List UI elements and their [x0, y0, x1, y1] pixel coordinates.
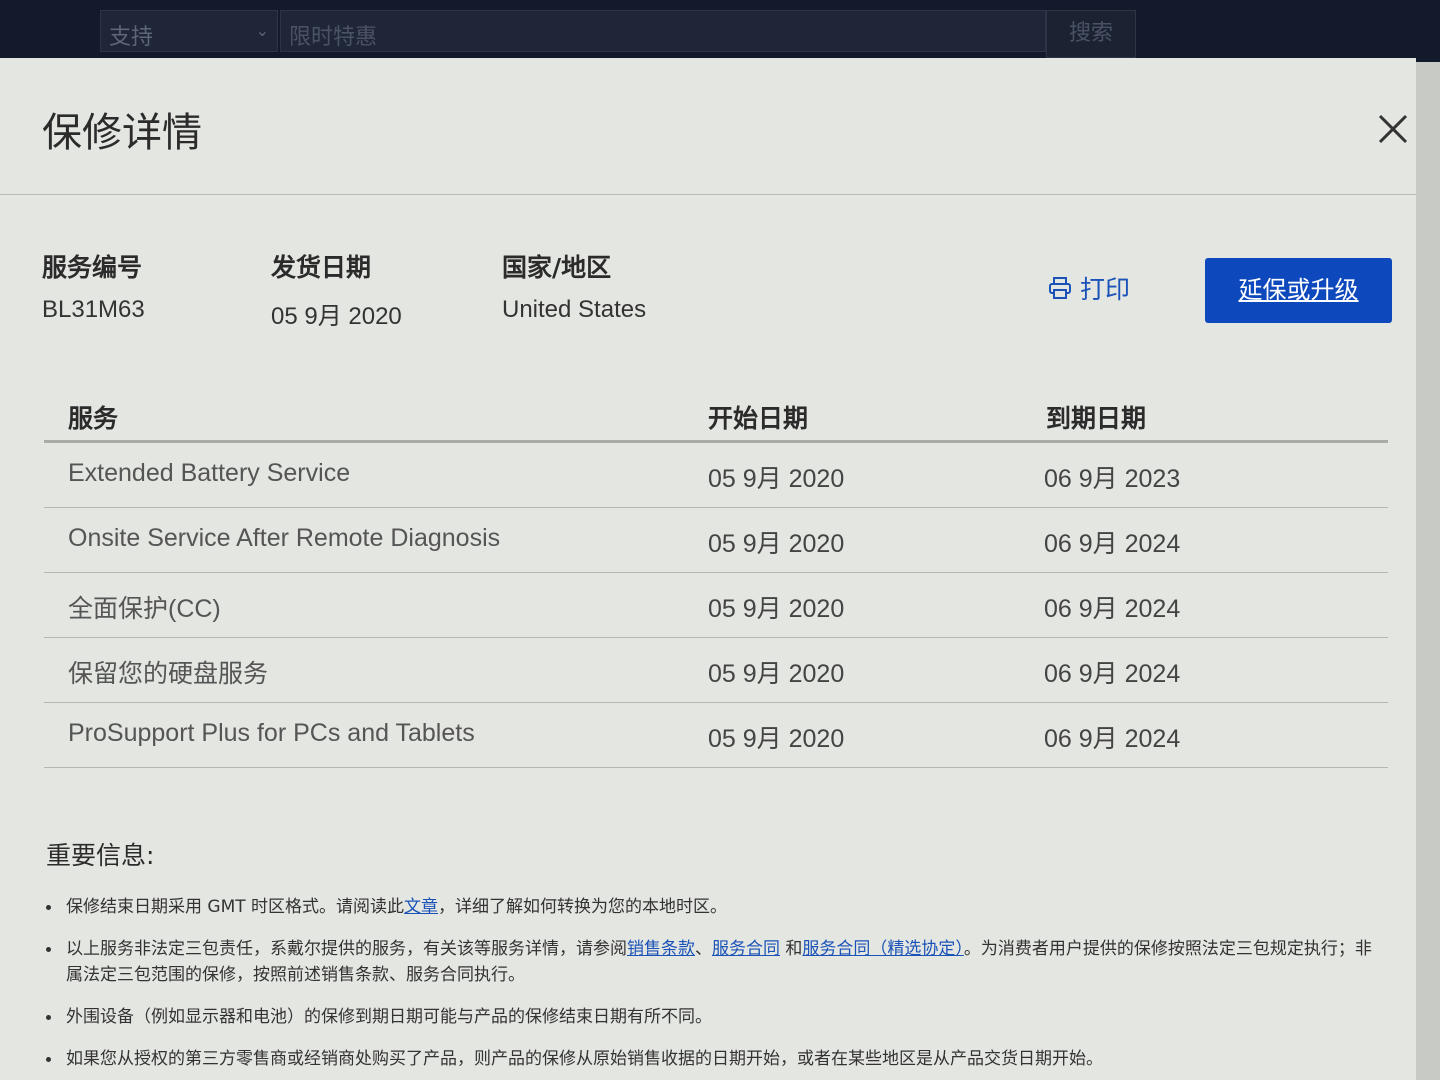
- note-text: 外围设备（例如显示器和电池）的保修到期日期可能与产品的保修结束日期有所不同。: [66, 1007, 712, 1027]
- note-text: 和: [780, 939, 803, 959]
- modal-header: 保修详情: [0, 58, 1416, 195]
- start-date: 05 9月 2020: [708, 530, 845, 558]
- warranty-table: 服务 开始日期 到期日期 Extended Battery Service 05…: [44, 393, 1388, 768]
- col-header-end-date: 到期日期: [1046, 404, 1147, 433]
- end-date: 06 9月 2024: [1044, 660, 1181, 688]
- category-select-value: 支持: [109, 25, 154, 50]
- service-tag-label: 服务编号: [42, 253, 143, 282]
- modal-backdrop: [1416, 62, 1440, 1080]
- ship-date-block: 发货日期 05 9月 2020: [271, 248, 402, 331]
- service-name: 全面保护(CC): [68, 595, 221, 623]
- service-name: 保留您的硬盘服务: [68, 660, 269, 688]
- note-text: ，详细了解如何转换为您的本地时区。: [438, 897, 728, 917]
- service-contract-link[interactable]: 服务合同: [712, 939, 780, 959]
- table-row: 全面保护(CC) 05 9月 2020 06 9月 2024: [44, 573, 1388, 638]
- table-row: Extended Battery Service 05 9月 2020 06 9…: [44, 443, 1388, 508]
- search-input[interactable]: 限时特惠: [280, 10, 1046, 52]
- start-date: 05 9月 2020: [708, 595, 845, 623]
- article-link[interactable]: 文章: [404, 897, 438, 917]
- search-input-value: 限时特惠: [289, 25, 378, 50]
- table-row: Onsite Service After Remote Diagnosis 05…: [44, 508, 1388, 573]
- country-label: 国家/地区: [502, 253, 612, 282]
- end-date: 06 9月 2024: [1044, 595, 1181, 623]
- extend-or-upgrade-button[interactable]: 延保或升级: [1205, 258, 1392, 323]
- printer-icon: [1049, 277, 1071, 299]
- top-search-bar: 支持 ⌄ 限时特惠 搜索: [0, 0, 1440, 62]
- table-header: 服务 开始日期 到期日期: [44, 393, 1388, 443]
- table-row: ProSupport Plus for PCs and Tablets 05 9…: [44, 703, 1388, 768]
- print-link[interactable]: 打印: [1048, 270, 1130, 306]
- start-date: 05 9月 2020: [708, 725, 845, 753]
- search-button[interactable]: 搜索: [1046, 10, 1136, 58]
- service-name: Onsite Service After Remote Diagnosis: [68, 524, 501, 552]
- chevron-down-icon: ⌄: [255, 21, 269, 40]
- service-name: ProSupport Plus for PCs and Tablets: [68, 719, 475, 747]
- col-header-service: 服务: [68, 404, 119, 433]
- start-date: 05 9月 2020: [708, 660, 845, 688]
- note-text: 、: [695, 939, 712, 959]
- country-value: United States: [502, 296, 647, 323]
- sales-terms-link[interactable]: 销售条款: [627, 939, 695, 959]
- start-date: 05 9月 2020: [708, 465, 845, 493]
- service-tag-block: 服务编号 BL31M63: [42, 248, 145, 324]
- warranty-details-modal: 保修详情 服务编号 BL31M63 发货日期 05 9月 2020 国家/地区 …: [0, 58, 1416, 1080]
- ship-date-label: 发货日期: [271, 253, 372, 282]
- note-item: 以上服务非法定三包责任，系戴尔提供的服务，有关该等服务详情，请参阅销售条款、服务…: [46, 936, 1376, 988]
- col-header-start-date: 开始日期: [708, 404, 809, 433]
- service-contract-select-link[interactable]: 服务合同（精选协定）: [802, 939, 964, 959]
- close-button[interactable]: [1372, 110, 1412, 150]
- close-icon: [1378, 114, 1408, 144]
- service-name: Extended Battery Service: [68, 459, 351, 487]
- service-tag-value: BL31M63: [42, 296, 145, 323]
- note-text: 如果您从授权的第三方零售商或经销商处购买了产品，则产品的保修从原始销售收据的日期…: [66, 1049, 1103, 1069]
- note-text: 保修结束日期采用 GMT 时区格式。请阅读此: [66, 897, 405, 917]
- end-date: 06 9月 2024: [1044, 725, 1181, 753]
- note-item: 保修结束日期采用 GMT 时区格式。请阅读此文章，详细了解如何转换为您的本地时区…: [46, 894, 1376, 920]
- note-item: 如果您从授权的第三方零售商或经销商处购买了产品，则产品的保修从原始销售收据的日期…: [46, 1046, 1376, 1072]
- end-date: 06 9月 2023: [1044, 465, 1181, 493]
- print-label: 打印: [1080, 275, 1131, 304]
- important-info: 重要信息: 保修结束日期采用 GMT 时区格式。请阅读此文章，详细了解如何转换为…: [46, 836, 1376, 1080]
- note-text: 以上服务非法定三包责任，系戴尔提供的服务，有关该等服务详情，请参阅: [66, 939, 627, 959]
- country-block: 国家/地区 United States: [502, 248, 646, 324]
- modal-title: 保修详情: [42, 110, 202, 156]
- note-item: 外围设备（例如显示器和电池）的保修到期日期可能与产品的保修结束日期有所不同。: [46, 1004, 1376, 1030]
- category-select[interactable]: 支持 ⌄: [100, 10, 278, 52]
- ship-date-value: 05 9月 2020: [271, 303, 402, 330]
- table-row: 保留您的硬盘服务 05 9月 2020 06 9月 2024: [44, 638, 1388, 703]
- end-date: 06 9月 2024: [1044, 530, 1181, 558]
- important-info-title: 重要信息:: [46, 841, 155, 870]
